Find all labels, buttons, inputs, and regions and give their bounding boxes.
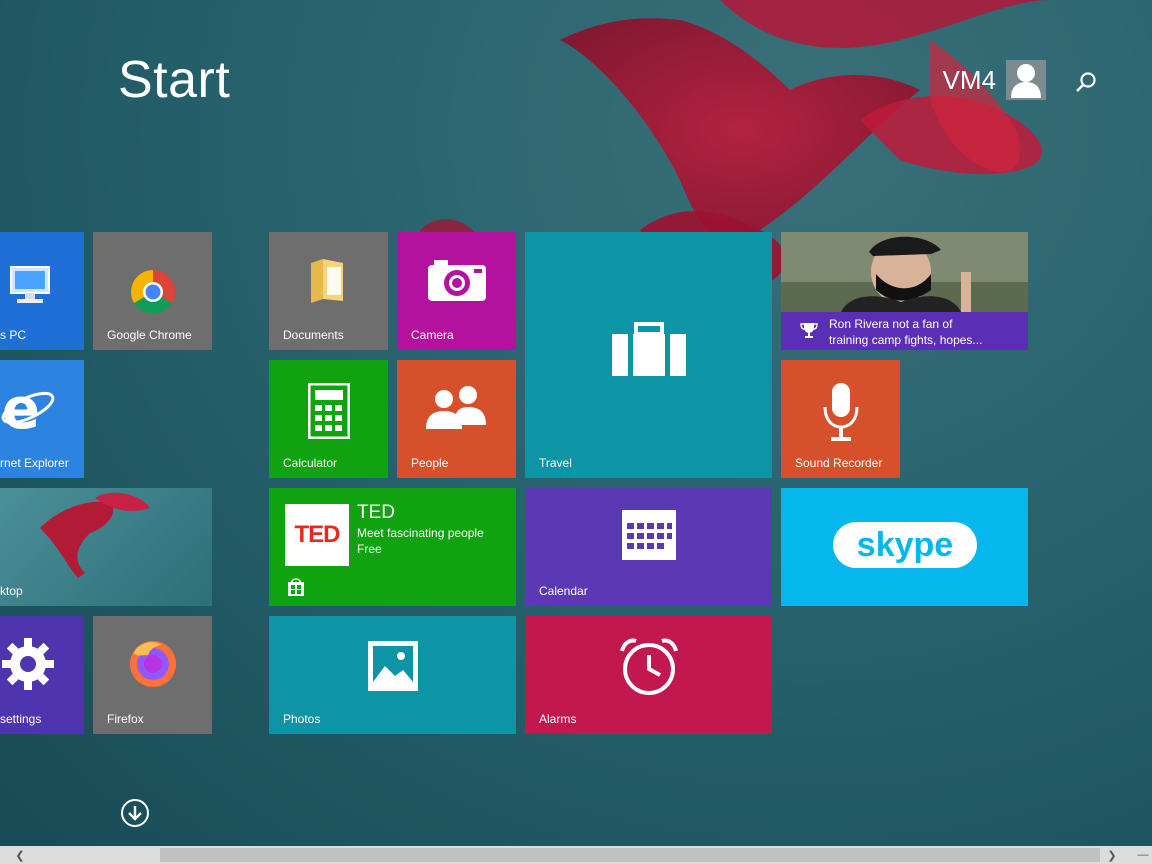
tile-label: Alarms (539, 712, 577, 726)
ted-logo: TED (285, 504, 349, 566)
ted-subtitle: Meet fascinating people (357, 526, 484, 540)
tile-label: Calculator (283, 456, 338, 470)
gear-icon (0, 636, 56, 692)
tile-people[interactable]: People (397, 360, 516, 478)
tile-label: s PC (0, 328, 27, 342)
tile-firefox[interactable]: Firefox (93, 616, 212, 734)
ted-price: Free (357, 542, 382, 556)
tile-label: Calendar (539, 584, 588, 598)
arrow-down-circle-icon[interactable] (120, 798, 150, 828)
tile-skype[interactable]: skype (781, 488, 1028, 606)
people-icon (423, 382, 489, 434)
photos-icon (365, 638, 421, 694)
chevron-left-icon[interactable]: ❮ (12, 846, 28, 864)
horizontal-scrollbar[interactable]: ❮ ❯ — (0, 846, 1152, 864)
calendar-icon (619, 508, 679, 562)
news-headline-line1: Ron Rivera not a fan of (829, 317, 953, 331)
computer-icon (0, 260, 60, 310)
tile-label: Photos (283, 712, 321, 726)
scrollbar-thumb[interactable] (160, 848, 1100, 862)
tile-label: Firefox (107, 712, 144, 726)
trophy-icon (799, 320, 819, 340)
tile-label: Google Chrome (107, 328, 192, 342)
chevron-right-icon[interactable]: ❯ (1104, 846, 1120, 864)
user-avatar-icon (1006, 60, 1046, 100)
tile-label: rnet Explorer (0, 456, 69, 470)
tile-label: People (411, 456, 449, 470)
search-icon[interactable] (1071, 68, 1101, 98)
tile-this-pc[interactable]: s PC (0, 232, 84, 350)
news-photo (781, 232, 1028, 312)
tile-photos[interactable]: Photos (269, 616, 516, 734)
start-title: Start (118, 51, 231, 109)
desktop-icon (40, 492, 150, 578)
tile-alarms[interactable]: Alarms (525, 616, 772, 734)
firefox-icon (127, 638, 179, 690)
user-name: VM4 (942, 64, 996, 95)
tile-ted[interactable]: TED TED Meet fascinating people Free (269, 488, 516, 606)
tile-documents[interactable]: Documents (269, 232, 388, 350)
tile-sports-news[interactable]: Ron Rivera not a fan of training camp fi… (781, 232, 1028, 350)
store-icon (285, 576, 307, 598)
tile-label: Sound Recorder (795, 456, 883, 470)
skype-logo: skype (831, 512, 979, 578)
tile-settings[interactable]: settings (0, 616, 84, 734)
tile-label: Camera (411, 328, 454, 342)
suitcase-icon (609, 320, 689, 380)
user-account[interactable]: VM4 (943, 60, 1046, 100)
chrome-icon (129, 268, 177, 316)
tile-camera[interactable]: Camera (397, 232, 516, 350)
tile-label: settings (0, 712, 42, 726)
camera-icon (425, 256, 489, 304)
tile-calculator[interactable]: Calculator (269, 360, 388, 478)
minus-icon[interactable]: — (1134, 846, 1152, 864)
alarm-clock-icon (617, 634, 681, 698)
folder-icon (305, 254, 351, 306)
tile-label: ktop (0, 584, 23, 598)
calculator-icon (307, 382, 351, 440)
microphone-icon (819, 380, 863, 444)
tile-google-chrome[interactable]: Google Chrome (93, 232, 212, 350)
ted-title: TED (357, 502, 395, 523)
news-headline-line2: training camp fights, hopes... (829, 333, 983, 347)
tile-sound-recorder[interactable]: Sound Recorder (781, 360, 900, 478)
tile-travel[interactable]: Travel (525, 232, 772, 478)
tile-label: Documents (283, 328, 344, 342)
tile-desktop[interactable]: ktop (0, 488, 212, 606)
tile-internet-explorer[interactable]: e rnet Explorer (0, 360, 84, 478)
tile-label: Travel (539, 456, 572, 470)
tile-calendar[interactable]: Calendar (525, 488, 772, 606)
svg-text:skype: skype (857, 526, 953, 564)
internet-explorer-icon: e (0, 380, 56, 436)
